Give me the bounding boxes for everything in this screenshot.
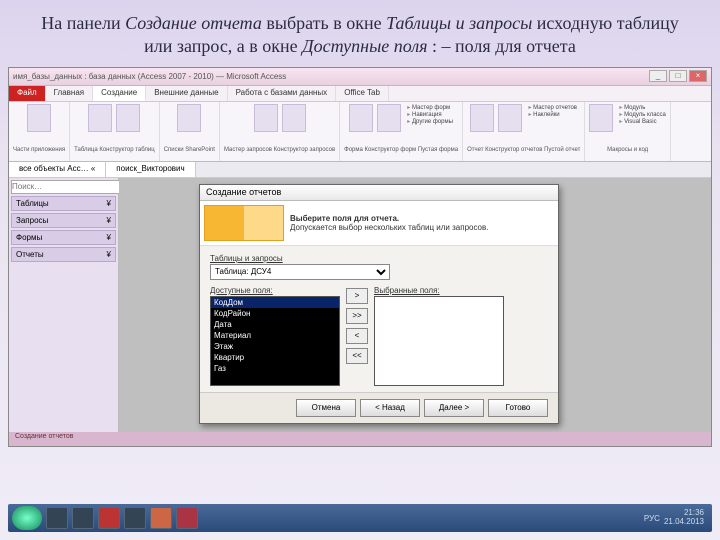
- ribbon-group-app-parts: Части приложения: [9, 102, 70, 161]
- list-item[interactable]: Этаж: [211, 341, 339, 352]
- report-icon[interactable]: [470, 104, 494, 132]
- nav-search: [11, 180, 116, 194]
- selected-fields-list[interactable]: [374, 296, 504, 386]
- report-wizard-dialog: Создание отчетов Выберите поля для отчет…: [199, 184, 559, 424]
- main-area: Создание отчетов Выберите поля для отчет…: [119, 178, 711, 432]
- add-one-button[interactable]: >: [346, 288, 368, 304]
- nav-cat-forms[interactable]: Формы¥: [11, 230, 116, 245]
- close-button[interactable]: ×: [689, 70, 707, 82]
- search-input[interactable]: [11, 180, 123, 194]
- ribbon-group-tables: Таблица Конструктор таблиц: [70, 102, 160, 161]
- minimize-button[interactable]: _: [649, 70, 667, 82]
- remove-one-button[interactable]: <: [346, 328, 368, 344]
- remove-all-button[interactable]: <<: [346, 348, 368, 364]
- banner-heading: Выберите поля для отчета.: [290, 214, 488, 223]
- document-tabs: все объекты Acc… « поиск_Викторович: [9, 162, 711, 178]
- taskbar-powerpoint-icon[interactable]: [150, 507, 172, 529]
- list-item[interactable]: Материал: [211, 330, 339, 341]
- tab-home[interactable]: Главная: [46, 86, 93, 101]
- cancel-button[interactable]: Отмена: [296, 399, 356, 417]
- tab-officetab[interactable]: Office Tab: [336, 86, 389, 101]
- access-window: имя_базы_данных : база данных (Access 20…: [8, 67, 712, 447]
- next-button[interactable]: Далее >: [424, 399, 484, 417]
- query-wizard-icon[interactable]: [254, 104, 278, 132]
- finish-button[interactable]: Готово: [488, 399, 548, 417]
- ribbon-group-queries: Мастер запросов Конструктор запросов: [220, 102, 340, 161]
- available-fields-label: Доступные поля:: [210, 286, 340, 295]
- ribbon-group-sharepoint: Списки SharePoint: [160, 102, 220, 161]
- status-bar: Создание отчетов: [9, 432, 711, 446]
- macro-icon[interactable]: [589, 104, 613, 132]
- taskbar-app-icon[interactable]: [124, 507, 146, 529]
- taskbar-opera-icon[interactable]: [98, 507, 120, 529]
- nav-cat-tables[interactable]: Таблицы¥: [11, 196, 116, 211]
- table-design-icon[interactable]: [116, 104, 140, 132]
- list-item[interactable]: Квартир: [211, 352, 339, 363]
- tab-external[interactable]: Внешние данные: [146, 86, 227, 101]
- ribbon-tabs: Файл Главная Создание Внешние данные Раб…: [9, 86, 711, 102]
- navigation-pane: Таблицы¥ Запросы¥ Формы¥ Отчеты¥: [9, 178, 119, 432]
- report-design-icon[interactable]: [498, 104, 522, 132]
- selected-fields-label: Выбранные поля:: [374, 286, 504, 295]
- taskbar-explorer-icon[interactable]: [46, 507, 68, 529]
- titlebar: имя_базы_данных : база данных (Access 20…: [9, 68, 711, 86]
- taskbar-lang[interactable]: РУС: [644, 514, 660, 523]
- start-button[interactable]: [12, 506, 42, 530]
- tab-file[interactable]: Файл: [9, 86, 46, 101]
- nav-cat-reports[interactable]: Отчеты¥: [11, 247, 116, 262]
- reports-list: Мастер отчетов Наклейки: [526, 104, 577, 118]
- query-design-icon[interactable]: [282, 104, 306, 132]
- ribbon-group-macros: Модуль Модуль класса Visual Basic Макрос…: [585, 102, 671, 161]
- macros-list: Модуль Модуль класса Visual Basic: [617, 104, 666, 125]
- window-title: имя_базы_данных : база данных (Access 20…: [13, 72, 286, 81]
- back-button[interactable]: < Назад: [360, 399, 420, 417]
- form-icon[interactable]: [349, 104, 373, 132]
- table-icon[interactable]: [88, 104, 112, 132]
- list-item[interactable]: КодДом: [211, 297, 339, 308]
- ribbon-group-forms: Мастер форм Навигация Другие формы Форма…: [340, 102, 463, 161]
- list-item[interactable]: Дата: [211, 319, 339, 330]
- forms-list: Мастер форм Навигация Другие формы: [405, 104, 453, 125]
- taskbar: РУС 21:36 21.04.2013: [8, 504, 712, 532]
- nav-cat-queries[interactable]: Запросы¥: [11, 213, 116, 228]
- list-item[interactable]: Газ: [211, 363, 339, 374]
- add-all-button[interactable]: >>: [346, 308, 368, 324]
- dialog-footer: Отмена < Назад Далее > Готово: [200, 392, 558, 423]
- sharepoint-icon[interactable]: [177, 104, 201, 132]
- ribbon-group-reports: Мастер отчетов Наклейки Отчет Конструкто…: [463, 102, 585, 161]
- form-design-icon[interactable]: [377, 104, 401, 132]
- field-mover-buttons: > >> < <<: [346, 284, 368, 386]
- banner-sub: Допускается выбор нескольких таблиц или …: [290, 223, 488, 232]
- maximize-button[interactable]: □: [669, 70, 687, 82]
- list-item[interactable]: КодРайон: [211, 308, 339, 319]
- dialog-title: Создание отчетов: [200, 185, 558, 201]
- tab-dbtools[interactable]: Работа с базами данных: [228, 86, 337, 101]
- doc-tab-search[interactable]: поиск_Викторович: [106, 162, 195, 177]
- taskbar-clock[interactable]: 21:36 21.04.2013: [664, 509, 708, 527]
- taskbar-firefox-icon[interactable]: [72, 507, 94, 529]
- app-parts-icon[interactable]: [27, 104, 51, 132]
- ribbon: Части приложения Таблица Конструктор таб…: [9, 102, 711, 162]
- slide-title: На панели Создание отчета выбрать в окне…: [0, 0, 720, 67]
- wizard-banner-icon: [204, 205, 284, 241]
- doc-tab-allobjects[interactable]: все объекты Acc… «: [9, 162, 106, 177]
- tables-queries-select[interactable]: Таблица: ДСУ4: [210, 264, 390, 280]
- taskbar-access-icon[interactable]: [176, 507, 198, 529]
- tables-queries-label: Таблицы и запросы: [210, 254, 548, 263]
- tab-create[interactable]: Создание: [93, 86, 146, 101]
- dialog-banner: Выберите поля для отчета. Допускается вы…: [200, 201, 558, 246]
- available-fields-list[interactable]: КодДом КодРайон Дата Материал Этаж Кварт…: [210, 296, 340, 386]
